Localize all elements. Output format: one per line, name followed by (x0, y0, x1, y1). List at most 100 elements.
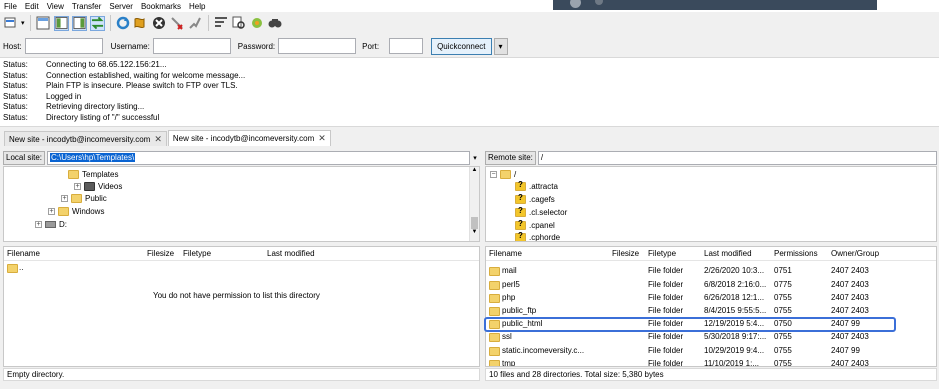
folder-icon (489, 267, 500, 276)
col-filesize[interactable]: Filesize (147, 249, 174, 258)
table-row[interactable]: mail File folder 2/26/2020 10:3... 0751 2407… (486, 265, 936, 278)
process-queue-icon[interactable] (134, 16, 149, 31)
username-input[interactable] (152, 38, 231, 54)
quickconnect-bar: Host: Username: Password: Port: Quickcon… (0, 35, 939, 57)
expand-icon[interactable]: + (74, 182, 81, 190)
quickconnect-dropdown-icon[interactable]: ▾ (493, 37, 508, 55)
close-icon[interactable]: ✕ (318, 133, 326, 144)
menu-bookmarks[interactable]: Bookmarks (137, 2, 185, 11)
table-row[interactable]: perl5 File folder 6/8/2018 2:16:0... 0775 24… (486, 279, 936, 292)
folder-icon (489, 281, 500, 290)
expand-icon[interactable]: + (35, 220, 42, 228)
col-filetype[interactable]: Filetype (183, 249, 211, 258)
col-permissions[interactable]: Permissions (774, 249, 818, 258)
close-icon[interactable]: ✕ (154, 134, 162, 145)
reconnect-icon[interactable] (188, 16, 203, 31)
tree-item-public[interactable]: + Public (61, 192, 107, 204)
col-filename[interactable]: Filename (489, 249, 522, 258)
local-path-input[interactable]: C:\Users\hp\Templates\ (47, 150, 470, 165)
disconnect-icon[interactable] (170, 16, 185, 31)
unknown-folder-icon (515, 193, 526, 204)
host-input[interactable] (24, 38, 103, 54)
file-permissions: 0755 (774, 306, 792, 315)
list-item[interactable]: .. (4, 262, 479, 275)
chevron-down-icon[interactable]: ▾ (470, 154, 480, 162)
menu-view[interactable]: View (43, 2, 68, 11)
folder-icon (68, 169, 79, 179)
directory-filter-icon[interactable] (214, 16, 229, 31)
tree-item-label: Templates (82, 169, 119, 179)
expand-icon[interactable]: + (48, 207, 55, 215)
tree-item-cphorde[interactable]: .cphorde (515, 231, 560, 241)
tab-connection-2[interactable]: New site - incodytb@incomeversity.com ✕ (167, 130, 331, 146)
sync-browsing-icon[interactable] (250, 16, 265, 31)
search-icon[interactable] (268, 16, 283, 31)
cancel-icon[interactable] (152, 16, 167, 31)
file-owner: 2407 2403 (831, 293, 869, 302)
menu-help[interactable]: Help (185, 2, 209, 11)
unknown-folder-icon (515, 180, 526, 191)
tab-connection-1[interactable]: New site - incodytb@incomeversity.com ✕ (4, 131, 167, 146)
chevron-down-icon[interactable]: ▼ (470, 229, 479, 235)
toggle-remote-tree-icon[interactable] (71, 15, 87, 31)
folder-icon (489, 307, 500, 316)
remote-list-header: Filename Filesize Filetype Last modified… (486, 247, 936, 261)
log-value: Logged in (46, 91, 82, 101)
file-modified: 10/29/2019 9:4... (704, 346, 765, 355)
tree-item-cl-selector[interactable]: .cl.selector (515, 206, 567, 218)
tree-item-videos[interactable]: + Videos (74, 180, 122, 192)
message-log: Status: Connecting to 68.65.122.156:21...… (0, 57, 939, 127)
tree-item-cpanel[interactable]: .cpanel (515, 219, 555, 231)
tree-item-root[interactable]: − / (490, 168, 516, 180)
table-row[interactable]: php File folder 6/26/2018 12:1... 0755 2407 … (486, 292, 936, 305)
collapse-icon[interactable]: − (490, 170, 497, 178)
tree-item-windows[interactable]: + Windows (48, 205, 104, 217)
tree-item-label: Public (85, 193, 107, 203)
file-permissions: 0775 (774, 280, 792, 289)
col-filesize[interactable]: Filesize (612, 249, 639, 258)
table-row[interactable]: tmp File folder 11/10/2019 1:... 0755 2407 2… (486, 358, 936, 367)
col-filename[interactable]: Filename (7, 249, 40, 258)
menu-transfer[interactable]: Transfer (68, 2, 106, 11)
file-modified: 2/26/2020 10:3... (704, 266, 765, 275)
log-key: Status: (3, 70, 28, 80)
file-name: static.incomeversity.c... (502, 346, 585, 355)
local-tree-scrollbar[interactable]: ▲ ▼ (469, 167, 479, 241)
folder-icon (500, 169, 511, 179)
chevron-up-icon[interactable]: ▲ (470, 167, 479, 173)
file-name: php (502, 293, 516, 302)
folder-icon (489, 294, 500, 303)
col-last-modified[interactable]: Last modified (267, 249, 315, 258)
expand-icon[interactable]: + (61, 194, 68, 202)
col-last-modified[interactable]: Last modified (704, 249, 752, 258)
tree-item-templates[interactable]: Templates (68, 168, 118, 180)
table-row[interactable]: static.incomeversity.c... File folder 10/2… (486, 345, 936, 358)
col-owner-group[interactable]: Owner/Group (831, 249, 879, 258)
tree-item-cagefs[interactable]: .cagefs (515, 193, 555, 205)
quickconnect-button[interactable]: Quickconnect (431, 37, 492, 55)
menu-file[interactable]: File (0, 2, 21, 11)
site-manager-icon[interactable] (3, 16, 18, 31)
compare-icon[interactable] (232, 16, 247, 31)
toggle-log-icon[interactable] (36, 16, 51, 31)
menu-edit[interactable]: Edit (21, 2, 43, 11)
table-row[interactable]: ssl File folder 5/30/2018 9:17:... 0755 2407… (486, 331, 936, 344)
col-filetype[interactable]: Filetype (648, 249, 676, 258)
password-input[interactable] (278, 38, 357, 54)
refresh-icon[interactable] (116, 16, 131, 31)
tree-item-attracta[interactable]: .attracta (515, 180, 558, 192)
file-type: File folder (648, 306, 684, 315)
file-permissions: 0755 (774, 359, 792, 367)
port-input[interactable] (389, 38, 424, 54)
site-manager-dropdown-icon[interactable]: ▾ (21, 19, 25, 27)
toggle-local-tree-icon[interactable] (53, 15, 69, 31)
tree-item-d-drive[interactable]: + D: (35, 218, 67, 230)
remote-path-input[interactable]: / (537, 150, 937, 165)
empty-message: You do not have permission to list this … (153, 291, 320, 300)
scroll-thumb[interactable] (471, 217, 478, 229)
menu-server[interactable]: Server (105, 2, 137, 11)
log-value: Directory listing of "/" successful (46, 112, 160, 122)
log-row: Status: Plain FTP is insecure. Please swi… (3, 81, 936, 92)
tree-item-label: .cpanel (529, 220, 555, 230)
toggle-queue-icon[interactable] (89, 15, 105, 31)
